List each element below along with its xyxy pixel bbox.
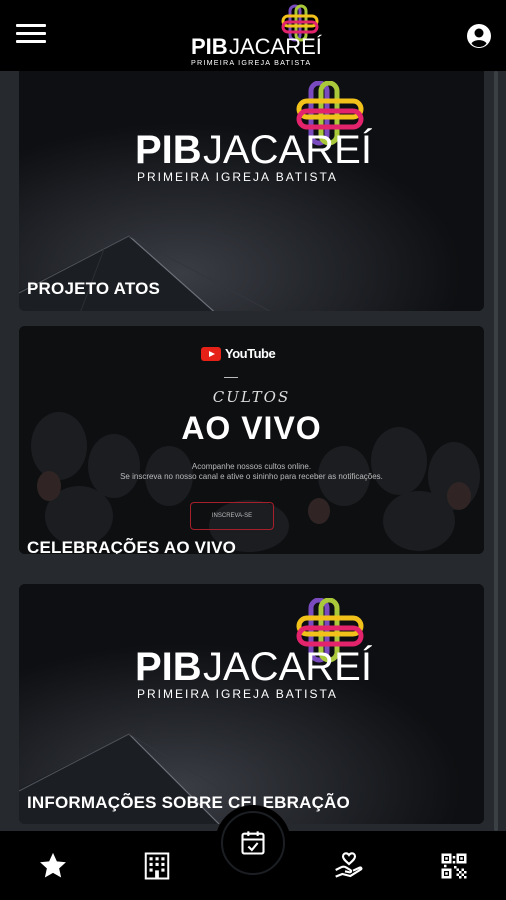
hamburger-menu-icon[interactable] — [16, 24, 46, 48]
card-informacoes-celebracao[interactable]: PIB JACAREÍ PRIMEIRA IGREJA BATISTA INFO… — [19, 584, 484, 824]
pib-jacarei-logo: PIB JACAREÍ PRIMEIRA IGREJA BATISTA — [135, 598, 373, 701]
card-title: PROJETO ATOS — [27, 279, 161, 298]
youtube-play-icon — [201, 346, 221, 361]
app-header: PIB JACAREÍ PRIMEIRA IGREJA BATISTA — [0, 0, 506, 71]
building-icon[interactable] — [139, 848, 175, 884]
calendar-check-icon — [221, 811, 285, 875]
card-projeto-atos[interactable]: PIB JACAREÍ PRIMEIRA IGREJA BATISTA PROJ… — [19, 71, 484, 311]
card-title: INFORMAÇÕES SOBRE CELEBRAÇÃO — [27, 793, 350, 812]
star-icon[interactable] — [35, 848, 71, 884]
youtube-logo: YouTube — [201, 346, 276, 361]
card-list[interactable]: PIB JACAREÍ PRIMEIRA IGREJA BATISTA PROJ… — [0, 71, 506, 831]
svg-text:PRIMEIRA IGREJA BATISTA: PRIMEIRA IGREJA BATISTA — [137, 170, 338, 184]
qr-code-icon[interactable] — [436, 848, 472, 884]
svg-text:JACAREÍ: JACAREÍ — [203, 644, 373, 689]
svg-text:JACAREÍ: JACAREÍ — [203, 127, 373, 172]
scrollbar[interactable] — [494, 71, 498, 831]
bottom-navigation — [0, 805, 506, 900]
svg-text:PRIMEIRA IGREJA BATISTA: PRIMEIRA IGREJA BATISTA — [191, 58, 311, 67]
svg-text:PRIMEIRA IGREJA BATISTA: PRIMEIRA IGREJA BATISTA — [137, 687, 338, 701]
cultos-label: CULTOS — [212, 388, 291, 406]
svg-text:JACAREÍ: JACAREÍ — [229, 34, 323, 59]
live-description-line2: Se inscreva no nosso canal e ative o sin… — [120, 472, 383, 481]
account-circle-icon[interactable] — [466, 23, 492, 49]
svg-text:PIB: PIB — [135, 645, 202, 689]
calendar-nav-button[interactable] — [215, 805, 291, 881]
subscribe-button: INSCREVA-SE — [190, 502, 274, 530]
header-logo: PIB JACAREÍ PRIMEIRA IGREJA BATISTA — [191, 4, 323, 67]
svg-text:PIB: PIB — [135, 128, 202, 172]
card-title: CELEBRAÇÕES AO VIVO — [27, 538, 237, 554]
card-celebracoes-ao-vivo[interactable]: YouTube CULTOS AO VIVO Acompanhe nossos … — [19, 326, 484, 554]
pib-jacarei-logo: PIB JACAREÍ PRIMEIRA IGREJA BATISTA — [135, 81, 373, 184]
hand-heart-icon[interactable] — [331, 848, 367, 884]
live-description-line1: Acompanhe nossos cultos online. — [191, 462, 312, 471]
ao-vivo-heading: AO VIVO — [181, 410, 322, 446]
svg-text:PIB: PIB — [191, 34, 228, 59]
